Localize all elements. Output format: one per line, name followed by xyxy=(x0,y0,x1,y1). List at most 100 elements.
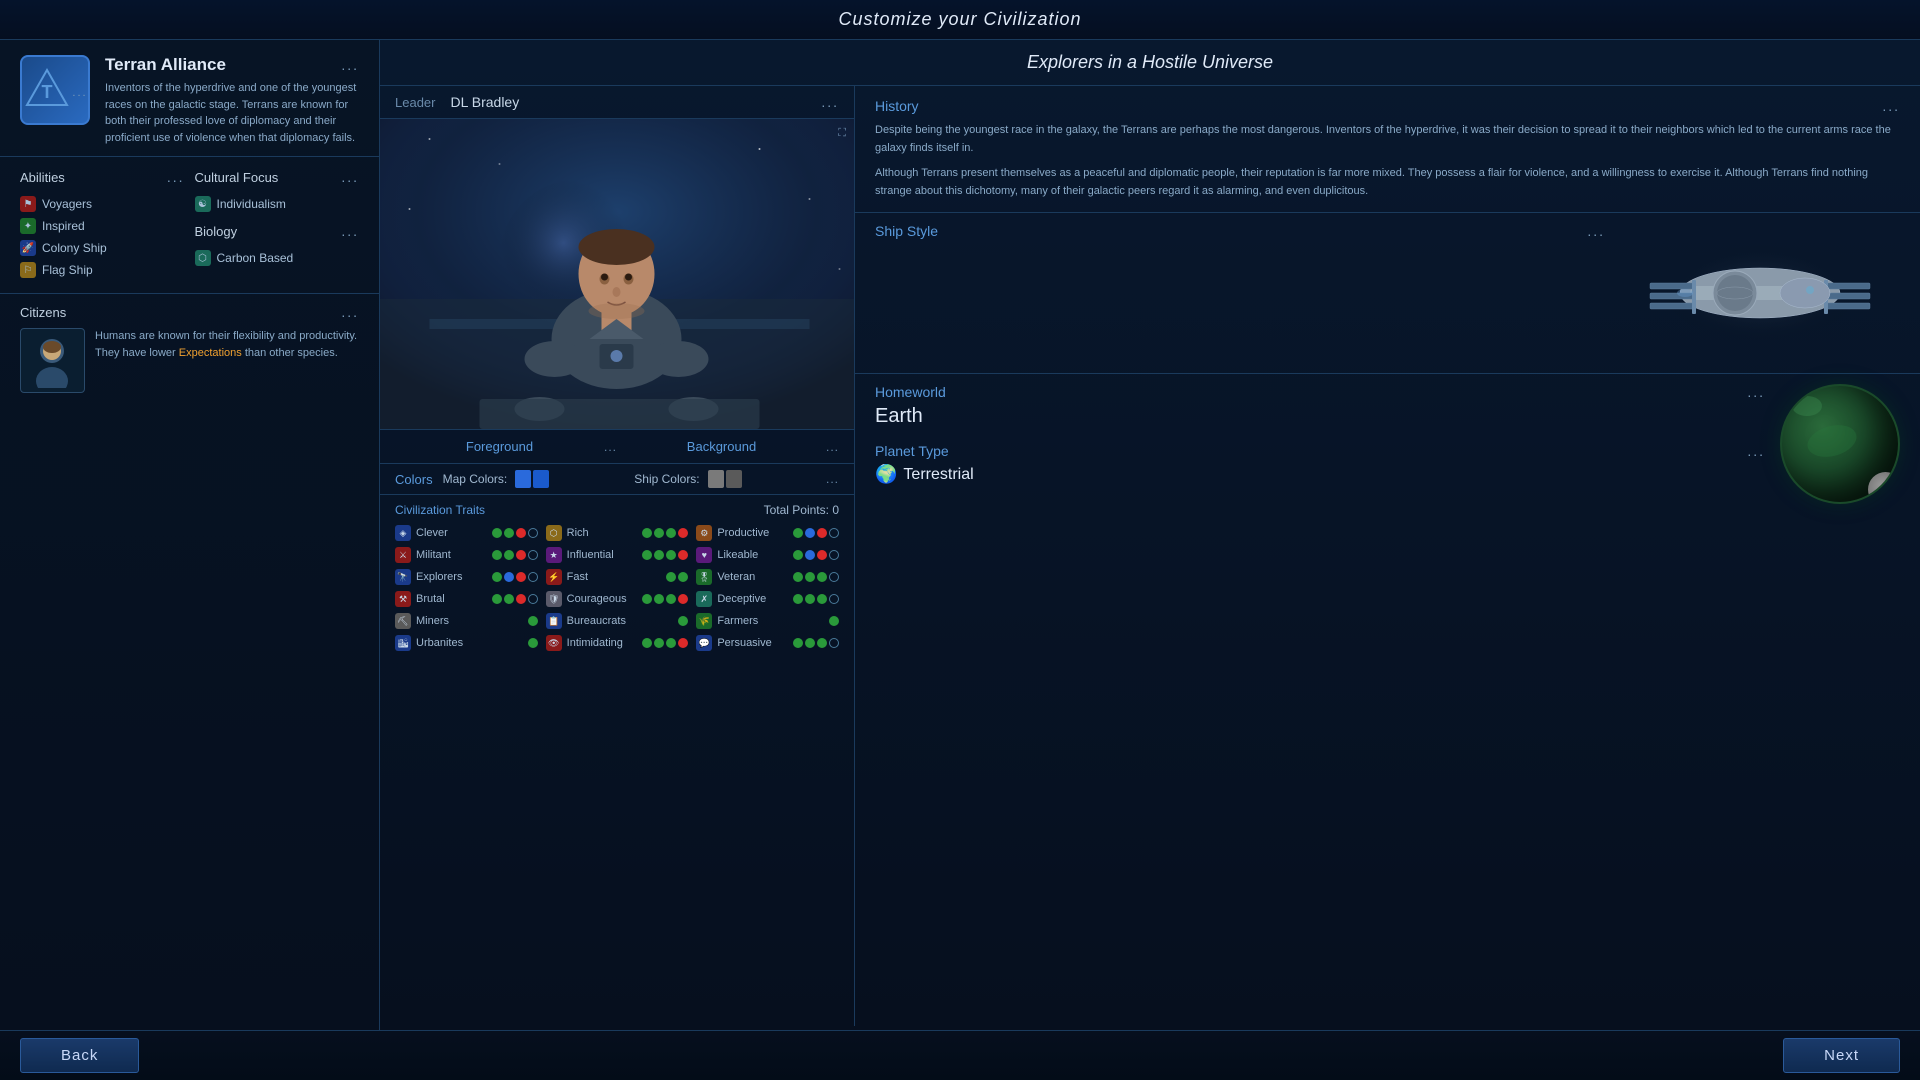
map-color-swatch[interactable] xyxy=(515,470,549,488)
dot[interactable] xyxy=(666,528,676,538)
deceptive-dots[interactable] xyxy=(793,594,839,604)
background-options-btn[interactable]: ... xyxy=(826,440,839,454)
cultural-focus-options-btn[interactable]: ... xyxy=(341,169,359,185)
colors-label[interactable]: Colors xyxy=(395,472,433,487)
ship-swatch-2[interactable] xyxy=(726,470,742,488)
ship-swatch-1[interactable] xyxy=(708,470,724,488)
dot[interactable] xyxy=(805,638,815,648)
dot[interactable] xyxy=(829,638,839,648)
dot[interactable] xyxy=(528,550,538,560)
dot[interactable] xyxy=(642,594,652,604)
dot[interactable] xyxy=(805,528,815,538)
dot[interactable] xyxy=(504,594,514,604)
next-button[interactable]: Next xyxy=(1783,1038,1900,1073)
civ-logo-dots-btn[interactable]: ... xyxy=(72,87,87,99)
foreground-options-btn[interactable]: ... xyxy=(604,440,617,454)
militant-dots[interactable] xyxy=(492,550,538,560)
dot[interactable] xyxy=(817,528,827,538)
farmers-dots[interactable] xyxy=(829,616,839,626)
dot[interactable] xyxy=(516,550,526,560)
dot[interactable] xyxy=(642,638,652,648)
dot[interactable] xyxy=(492,550,502,560)
dot[interactable] xyxy=(829,616,839,626)
dot[interactable] xyxy=(504,572,514,582)
dot[interactable] xyxy=(829,550,839,560)
dot[interactable] xyxy=(678,528,688,538)
dot[interactable] xyxy=(492,528,502,538)
dot[interactable] xyxy=(642,528,652,538)
dot[interactable] xyxy=(805,572,815,582)
dot[interactable] xyxy=(805,550,815,560)
urbanites-dots[interactable] xyxy=(528,638,538,648)
dot[interactable] xyxy=(678,616,688,626)
courageous-dots[interactable] xyxy=(642,594,688,604)
foreground-btn[interactable]: Foreground xyxy=(395,436,604,457)
dot[interactable] xyxy=(504,550,514,560)
biology-options-btn[interactable]: ... xyxy=(341,223,359,239)
abilities-options-btn[interactable]: ... xyxy=(167,169,185,185)
dot[interactable] xyxy=(817,594,827,604)
dot[interactable] xyxy=(829,572,839,582)
dot[interactable] xyxy=(666,572,676,582)
dot[interactable] xyxy=(817,550,827,560)
dot[interactable] xyxy=(504,528,514,538)
dot[interactable] xyxy=(492,594,502,604)
civ-options-btn[interactable]: ... xyxy=(341,57,359,73)
persuasive-dots[interactable] xyxy=(793,638,839,648)
dot[interactable] xyxy=(666,550,676,560)
colors-options-btn[interactable]: ... xyxy=(826,472,839,486)
dot[interactable] xyxy=(654,528,664,538)
productive-dots[interactable] xyxy=(793,528,839,538)
leader-options-btn[interactable]: ... xyxy=(821,94,839,110)
dot[interactable] xyxy=(654,594,664,604)
influential-dots[interactable] xyxy=(642,550,688,560)
history-options-btn[interactable]: ... xyxy=(1882,98,1900,114)
intimidating-dots[interactable] xyxy=(642,638,688,648)
dot[interactable] xyxy=(817,638,827,648)
veteran-dots[interactable] xyxy=(793,572,839,582)
dot[interactable] xyxy=(516,528,526,538)
dot[interactable] xyxy=(817,572,827,582)
explorers-dots[interactable] xyxy=(492,572,538,582)
dot[interactable] xyxy=(678,594,688,604)
dot[interactable] xyxy=(793,550,803,560)
dot[interactable] xyxy=(642,550,652,560)
back-button[interactable]: Back xyxy=(20,1038,139,1073)
dot[interactable] xyxy=(793,594,803,604)
dot[interactable] xyxy=(666,594,676,604)
dot[interactable] xyxy=(678,572,688,582)
dot[interactable] xyxy=(528,572,538,582)
dot[interactable] xyxy=(516,594,526,604)
dot[interactable] xyxy=(528,528,538,538)
clever-dots[interactable] xyxy=(492,528,538,538)
dot[interactable] xyxy=(793,528,803,538)
map-swatch-1[interactable] xyxy=(515,470,531,488)
expectations-link[interactable]: Expectations xyxy=(179,347,242,359)
ship-color-swatch[interactable] xyxy=(708,470,742,488)
dot[interactable] xyxy=(793,638,803,648)
brutal-dots[interactable] xyxy=(492,594,538,604)
dot[interactable] xyxy=(793,572,803,582)
dot[interactable] xyxy=(528,616,538,626)
portrait-expand-btn[interactable]: ⛶ xyxy=(838,127,846,140)
miners-dots[interactable] xyxy=(528,616,538,626)
background-btn[interactable]: Background xyxy=(617,436,826,457)
citizens-options-btn[interactable]: ... xyxy=(341,304,359,320)
dot[interactable] xyxy=(805,594,815,604)
ship-style-options-btn[interactable]: ... xyxy=(1587,223,1605,239)
homeworld-options-btn[interactable]: ... xyxy=(1747,384,1765,400)
rich-dots[interactable] xyxy=(642,528,688,538)
dot[interactable] xyxy=(528,594,538,604)
dot[interactable] xyxy=(516,572,526,582)
dot[interactable] xyxy=(666,638,676,648)
dot[interactable] xyxy=(829,528,839,538)
dot[interactable] xyxy=(678,550,688,560)
dot[interactable] xyxy=(654,638,664,648)
dot[interactable] xyxy=(654,550,664,560)
bureaucrats-dots[interactable] xyxy=(678,616,688,626)
likeable-dots[interactable] xyxy=(793,550,839,560)
dot[interactable] xyxy=(492,572,502,582)
dot[interactable] xyxy=(678,638,688,648)
map-swatch-2[interactable] xyxy=(533,470,549,488)
dot[interactable] xyxy=(829,594,839,604)
